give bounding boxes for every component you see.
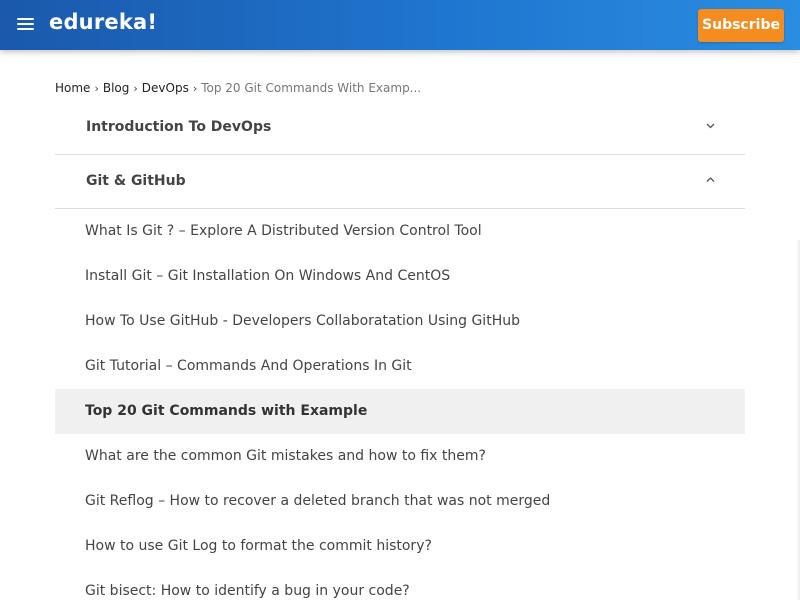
accordion-title: Introduction To DevOps bbox=[86, 119, 272, 135]
list-item[interactable]: Install Git – Git Installation On Window… bbox=[55, 254, 745, 299]
tutorial-accordion: Introduction To DevOps Git & GitHub What… bbox=[55, 101, 745, 614]
breadcrumb-blog[interactable]: Blog bbox=[103, 81, 130, 95]
breadcrumb-current: Top 20 Git Commands With Examp... bbox=[201, 81, 422, 95]
chevron-right-icon: › bbox=[192, 82, 198, 95]
breadcrumb-home[interactable]: Home bbox=[55, 81, 90, 95]
chevron-up-icon[interactable] bbox=[706, 175, 715, 183]
list-item[interactable]: What are the common Git mistakes and how… bbox=[55, 434, 745, 479]
list-item[interactable]: What Is Git ? – Explore A Distributed Ve… bbox=[55, 209, 745, 254]
list-item[interactable]: Git bisect: How to identify a bug in you… bbox=[55, 569, 745, 614]
edureka-logo[interactable]: edureka! bbox=[49, 10, 157, 34]
list-item[interactable]: Git Tutorial – Commands And Operations I… bbox=[55, 344, 745, 389]
accordion-title: Git & GitHub bbox=[86, 173, 186, 189]
accordion-header-git-github[interactable]: Git & GitHub bbox=[55, 155, 745, 209]
chevron-right-icon: › bbox=[94, 82, 99, 95]
chevron-right-icon: › bbox=[133, 82, 138, 95]
breadcrumb: Home › Blog › DevOps › Top 20 Git Commands Wit… bbox=[55, 81, 421, 95]
list-item[interactable]: How To Use GitHub - Developers Collabora… bbox=[55, 299, 745, 344]
hamburger-menu-icon[interactable] bbox=[17, 18, 34, 31]
list-item[interactable]: How to use Git Log to format the commit … bbox=[55, 524, 745, 569]
page-edge-shadow bbox=[796, 240, 800, 600]
git-github-article-list: What Is Git ? – Explore A Distributed Ve… bbox=[55, 209, 745, 614]
top-header: edureka! Subscribe bbox=[0, 0, 800, 50]
list-item-active[interactable]: Top 20 Git Commands with Example bbox=[55, 389, 745, 434]
subscribe-button[interactable]: Subscribe bbox=[698, 9, 784, 42]
chevron-down-icon[interactable] bbox=[706, 121, 715, 129]
accordion-header-introduction-to-devops[interactable]: Introduction To DevOps bbox=[55, 101, 745, 155]
list-item[interactable]: Git Reflog – How to recover a deleted br… bbox=[55, 479, 745, 524]
breadcrumb-devops[interactable]: DevOps bbox=[142, 81, 189, 95]
